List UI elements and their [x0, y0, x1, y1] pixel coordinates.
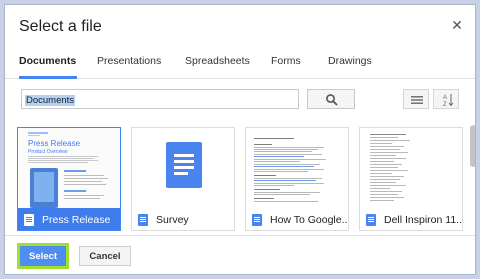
file-card-press-release[interactable]: Press Release Product Overview Press Rel…	[17, 127, 121, 231]
file-label-row: How To Google...	[246, 208, 349, 230]
file-name: Press Release	[42, 214, 111, 226]
list-view-button[interactable]	[403, 89, 429, 109]
list-view-icon	[411, 96, 423, 104]
file-grid: Press Release Product Overview Press Rel…	[5, 123, 467, 231]
file-picker-dialog: Select a file ✕ Documents Presentations …	[4, 4, 476, 275]
cancel-button[interactable]: Cancel	[79, 246, 131, 266]
preview-subtitle: Product Overview	[28, 149, 68, 155]
file-label-row: Press Release	[18, 208, 120, 230]
document-icon	[138, 214, 148, 226]
file-label-row: Survey	[132, 208, 234, 230]
dialog-footer: Select Cancel	[5, 235, 475, 274]
file-thumbnail	[132, 128, 234, 208]
tab-spreadsheets[interactable]: Spreadsheets	[185, 55, 250, 67]
file-grid-scrollbar[interactable]	[470, 123, 475, 231]
scrollbar-thumb[interactable]	[470, 125, 475, 167]
document-icon	[252, 214, 262, 226]
dialog-title: Select a file	[19, 18, 102, 35]
select-button[interactable]: Select	[17, 243, 69, 269]
preview-title: Press Release	[28, 139, 81, 148]
search-input-value: Documents	[25, 95, 76, 106]
tab-documents[interactable]: Documents	[19, 55, 76, 67]
file-thumbnail	[360, 128, 462, 208]
file-label-row: Dell Inspiron 11...	[360, 208, 463, 230]
active-tab-indicator	[19, 76, 77, 79]
tab-drawings[interactable]: Drawings	[328, 55, 372, 67]
sort-button[interactable]: A Z	[433, 89, 459, 109]
tab-forms[interactable]: Forms	[271, 55, 301, 67]
tab-presentations[interactable]: Presentations	[97, 55, 161, 67]
file-thumbnail: Press Release Product Overview	[18, 128, 120, 208]
how-to-preview	[246, 128, 348, 208]
search-input[interactable]: Documents	[21, 89, 299, 109]
document-icon	[366, 214, 376, 226]
file-card-survey[interactable]: Survey	[131, 127, 235, 231]
svg-text:Z: Z	[443, 102, 447, 108]
file-card-how-to-google[interactable]: How To Google...	[245, 127, 349, 231]
file-name: How To Google...	[270, 214, 349, 226]
sort-az-icon: A Z	[443, 94, 454, 108]
close-icon[interactable]: ✕	[449, 17, 465, 33]
file-name: Dell Inspiron 11...	[384, 214, 463, 226]
svg-text:A: A	[443, 95, 447, 101]
magnifier-icon	[326, 94, 338, 106]
file-name: Survey	[156, 214, 189, 226]
doc-placeholder-icon	[132, 128, 234, 208]
tab-bar: Documents Presentations Spreadsheets For…	[5, 45, 475, 79]
document-icon	[24, 214, 34, 226]
search-row: Documents A Z	[5, 89, 475, 115]
search-button[interactable]	[307, 89, 355, 109]
file-thumbnail	[246, 128, 348, 208]
dell-preview	[360, 128, 462, 208]
file-card-dell-inspiron[interactable]: Dell Inspiron 11...	[359, 127, 463, 231]
